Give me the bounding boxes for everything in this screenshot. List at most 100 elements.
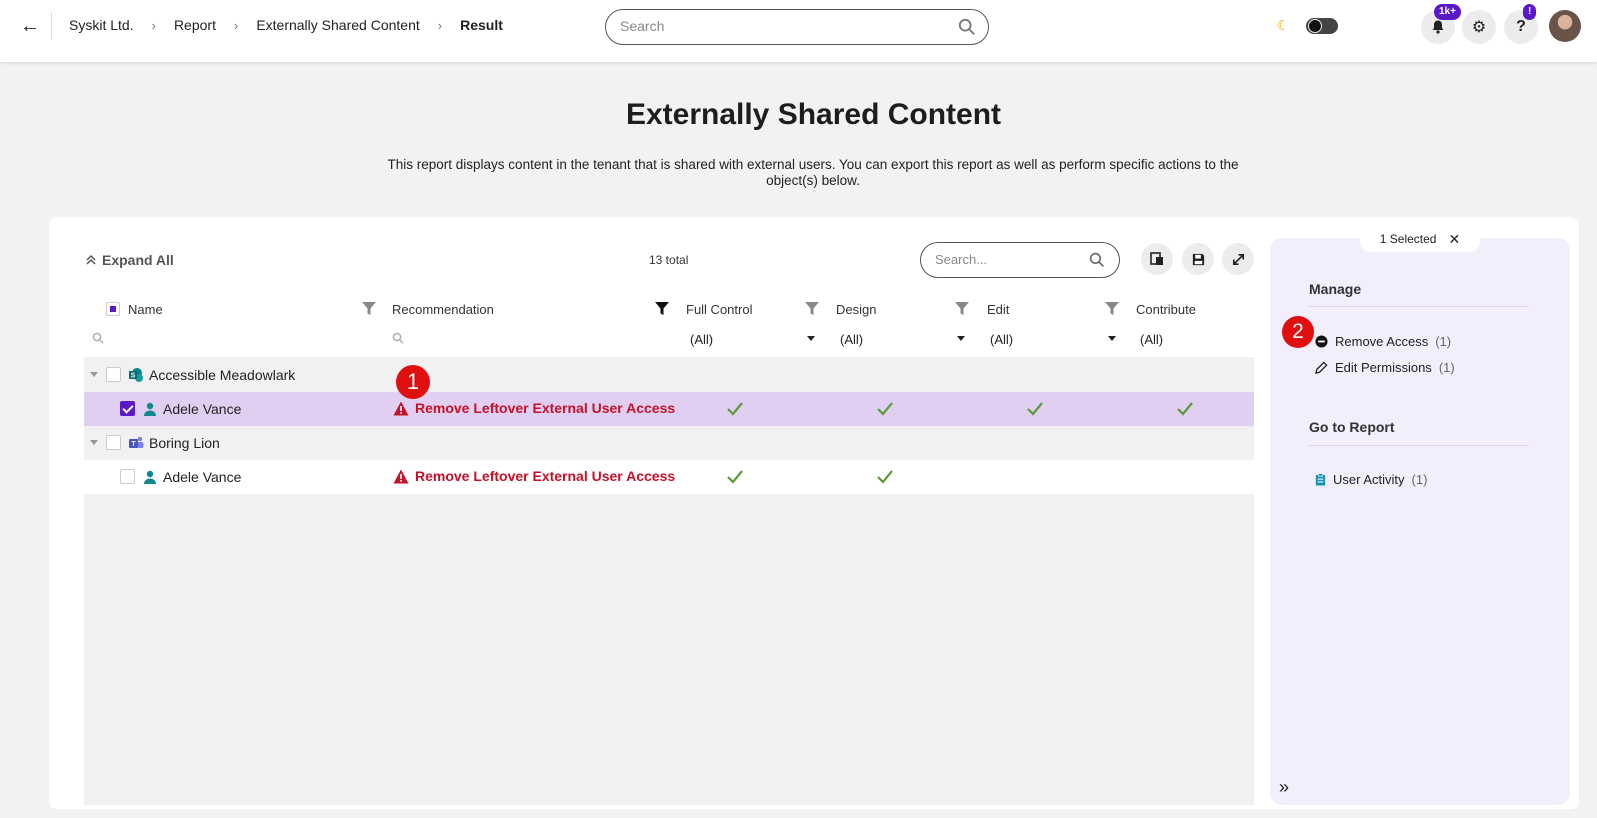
checkmark-icon bbox=[727, 402, 743, 416]
filter-icon[interactable] bbox=[805, 302, 819, 316]
checkmark-icon bbox=[1027, 402, 1043, 416]
settings-button[interactable]: ⚙ bbox=[1462, 10, 1496, 44]
row-checkbox[interactable] bbox=[106, 435, 121, 450]
row-checkbox[interactable] bbox=[120, 469, 135, 484]
caret-down-icon[interactable] bbox=[1108, 336, 1116, 341]
recommendation-link[interactable]: Remove Leftover External User Access bbox=[393, 468, 675, 484]
clipboard-icon bbox=[1315, 473, 1326, 486]
divider bbox=[51, 12, 52, 40]
filter-icon[interactable] bbox=[1105, 302, 1119, 316]
user-activity-report-link[interactable]: User Activity (1) bbox=[1315, 472, 1427, 487]
grid-header: Name Recommendation Full Control (All) D… bbox=[84, 296, 1254, 356]
teams-icon: T bbox=[129, 436, 144, 448]
table-row[interactable]: Adele Vance Remove Leftover External Use… bbox=[84, 460, 1254, 494]
svg-text:S: S bbox=[131, 373, 136, 380]
group-label: Boring Lion bbox=[149, 435, 220, 451]
manage-heading: Manage bbox=[1309, 281, 1362, 297]
expand-all-button[interactable]: Expand All bbox=[86, 252, 174, 268]
user-icon bbox=[144, 470, 156, 484]
collapse-panel-icon[interactable]: » bbox=[1279, 777, 1289, 798]
chevron-right-icon: › bbox=[151, 17, 156, 33]
edit-permissions-action[interactable]: Edit Permissions (1) bbox=[1315, 360, 1455, 375]
gear-icon: ⚙ bbox=[1471, 19, 1487, 36]
step-marker-2: 2 bbox=[1282, 316, 1314, 348]
chevron-right-icon: › bbox=[437, 17, 443, 33]
page-title: Externally Shared Content bbox=[625, 98, 1002, 131]
breadcrumb-item-syskit[interactable]: Syskit Ltd. bbox=[69, 17, 134, 33]
notifications-badge: 1k+ bbox=[1434, 4, 1461, 20]
dark-mode-toggle[interactable] bbox=[1306, 18, 1338, 34]
group-row[interactable]: T Boring Lion bbox=[84, 426, 1254, 460]
tree-expand-icon[interactable] bbox=[90, 440, 98, 445]
search-icon[interactable] bbox=[958, 18, 976, 36]
search-icon[interactable] bbox=[1089, 252, 1105, 268]
column-design[interactable]: Design bbox=[836, 302, 876, 317]
user-activity-count: (1) bbox=[1411, 472, 1428, 487]
filter-icon[interactable] bbox=[955, 302, 969, 316]
group-row[interactable]: S Accessible Meadowlark bbox=[84, 358, 1254, 392]
grid-body: S Accessible Meadowlark Adele Vance Remo… bbox=[84, 357, 1254, 805]
filter-icon[interactable] bbox=[362, 302, 376, 316]
back-arrow-icon[interactable]: ← bbox=[18, 14, 42, 38]
contribute-filter-value[interactable]: (All) bbox=[1140, 332, 1163, 347]
remove-access-action[interactable]: Remove Access (1) bbox=[1315, 334, 1451, 349]
row-checkbox-checked[interactable] bbox=[120, 401, 135, 416]
fullscreen-button[interactable] bbox=[1222, 243, 1254, 275]
column-full-control[interactable]: Full Control bbox=[686, 302, 752, 317]
toggle-knob bbox=[1308, 19, 1322, 33]
edit-filter-value[interactable]: (All) bbox=[990, 332, 1013, 347]
checkmark-icon bbox=[877, 470, 893, 484]
breadcrumb-item-externally-shared[interactable]: Externally Shared Content bbox=[256, 17, 419, 33]
table-row[interactable]: Adele Vance Remove Leftover External Use… bbox=[84, 392, 1254, 426]
caret-down-icon[interactable] bbox=[807, 336, 815, 341]
column-edit[interactable]: Edit bbox=[987, 302, 1009, 317]
moon-icon: ☾ bbox=[1277, 17, 1290, 33]
breadcrumb: Syskit Ltd. › Report › Externally Shared… bbox=[69, 17, 503, 33]
user-icon bbox=[144, 402, 156, 416]
minus-circle-icon bbox=[1315, 335, 1328, 348]
avatar[interactable] bbox=[1549, 10, 1581, 42]
tree-expand-icon[interactable] bbox=[90, 372, 98, 377]
global-search-input[interactable] bbox=[620, 18, 940, 34]
full-control-filter-value[interactable]: (All) bbox=[690, 332, 713, 347]
sharepoint-site-icon: S bbox=[129, 368, 143, 382]
recommendation-text: Remove Leftover External User Access bbox=[415, 468, 676, 484]
filter-active-icon[interactable] bbox=[655, 302, 669, 316]
remove-access-label: Remove Access bbox=[1335, 334, 1429, 349]
divider bbox=[1309, 445, 1529, 446]
breadcrumb-item-report[interactable]: Report bbox=[174, 17, 216, 33]
expand-all-label: Expand All bbox=[102, 252, 174, 268]
close-icon[interactable]: ✕ bbox=[1448, 231, 1460, 248]
search-icon[interactable] bbox=[392, 332, 404, 344]
grid-search-input[interactable] bbox=[935, 252, 1085, 267]
search-icon[interactable] bbox=[92, 332, 104, 344]
edit-permissions-count: (1) bbox=[1438, 360, 1455, 375]
pencil-icon bbox=[1315, 361, 1328, 374]
warning-icon bbox=[393, 469, 409, 483]
save-button[interactable] bbox=[1182, 243, 1214, 275]
checkmark-icon bbox=[1177, 402, 1193, 416]
export-button[interactable] bbox=[1141, 243, 1173, 275]
row-checkbox[interactable] bbox=[106, 367, 121, 382]
checkmark-icon bbox=[727, 470, 743, 484]
bell-icon bbox=[1432, 20, 1444, 34]
caret-down-icon[interactable] bbox=[957, 336, 965, 341]
column-name[interactable]: Name bbox=[128, 302, 163, 317]
edit-permissions-label: Edit Permissions bbox=[1335, 360, 1432, 375]
column-contribute[interactable]: Contribute bbox=[1136, 302, 1196, 317]
svg-text:T: T bbox=[131, 441, 136, 448]
recommendation-link[interactable]: Remove Leftover External User Access bbox=[393, 400, 675, 416]
select-all-checkbox[interactable] bbox=[106, 302, 120, 316]
expand-icon bbox=[1232, 253, 1244, 265]
question-icon: ? bbox=[1516, 18, 1526, 35]
top-bar: ← Syskit Ltd. › Report › Externally Shar… bbox=[0, 0, 1597, 62]
divider bbox=[1309, 306, 1529, 307]
breadcrumb-item-result: Result bbox=[460, 17, 503, 33]
design-filter-value[interactable]: (All) bbox=[840, 332, 863, 347]
column-recommendation[interactable]: Recommendation bbox=[392, 302, 494, 317]
step-marker-1: 1 bbox=[396, 365, 430, 399]
selection-side-panel bbox=[1270, 238, 1570, 805]
row-name: Adele Vance bbox=[163, 469, 242, 485]
total-count: 13 total bbox=[649, 253, 689, 267]
selected-count: 1 Selected bbox=[1379, 232, 1437, 246]
